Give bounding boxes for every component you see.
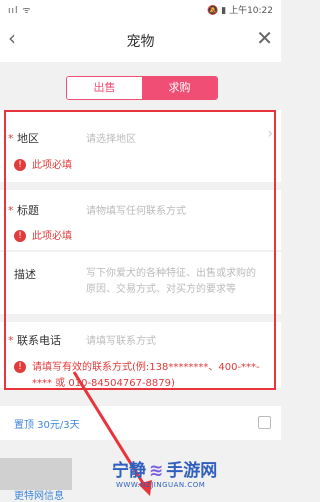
segmented-tabs: 出售 求购 <box>66 76 218 100</box>
nav-bar: ‹ 宠物 ✕ <box>0 18 281 62</box>
tab-buy[interactable]: 求购 <box>142 77 217 99</box>
close-icon[interactable]: ✕ <box>256 26 273 50</box>
signal-icon: ııl ᯤ <box>8 6 32 16</box>
watermark-url: WWW.NZJINGUAN.COM <box>116 481 206 489</box>
time: 上午10:22 <box>229 6 273 16</box>
logo-icon: ≋ <box>149 461 164 481</box>
clock: 🔕 ▮ 上午10:22 <box>207 3 273 16</box>
pin-top-checkbox[interactable] <box>258 416 271 429</box>
page-title: 宠物 <box>126 34 155 50</box>
status-icons: 🔕 ▮ <box>207 6 227 16</box>
pin-top-row[interactable]: 置顶 30元/3天 <box>0 406 281 440</box>
status-bar: ııl ᯤ 🔕 ▮ 上午10:22 <box>0 0 281 18</box>
highlight-box <box>4 110 276 390</box>
tab-sell[interactable]: 出售 <box>67 77 142 99</box>
bottom-button[interactable] <box>0 458 72 490</box>
watermark: 宁静 ≋ 手游网 <box>112 461 218 481</box>
pin-top-label: 置顶 30元/3天 <box>14 420 80 431</box>
